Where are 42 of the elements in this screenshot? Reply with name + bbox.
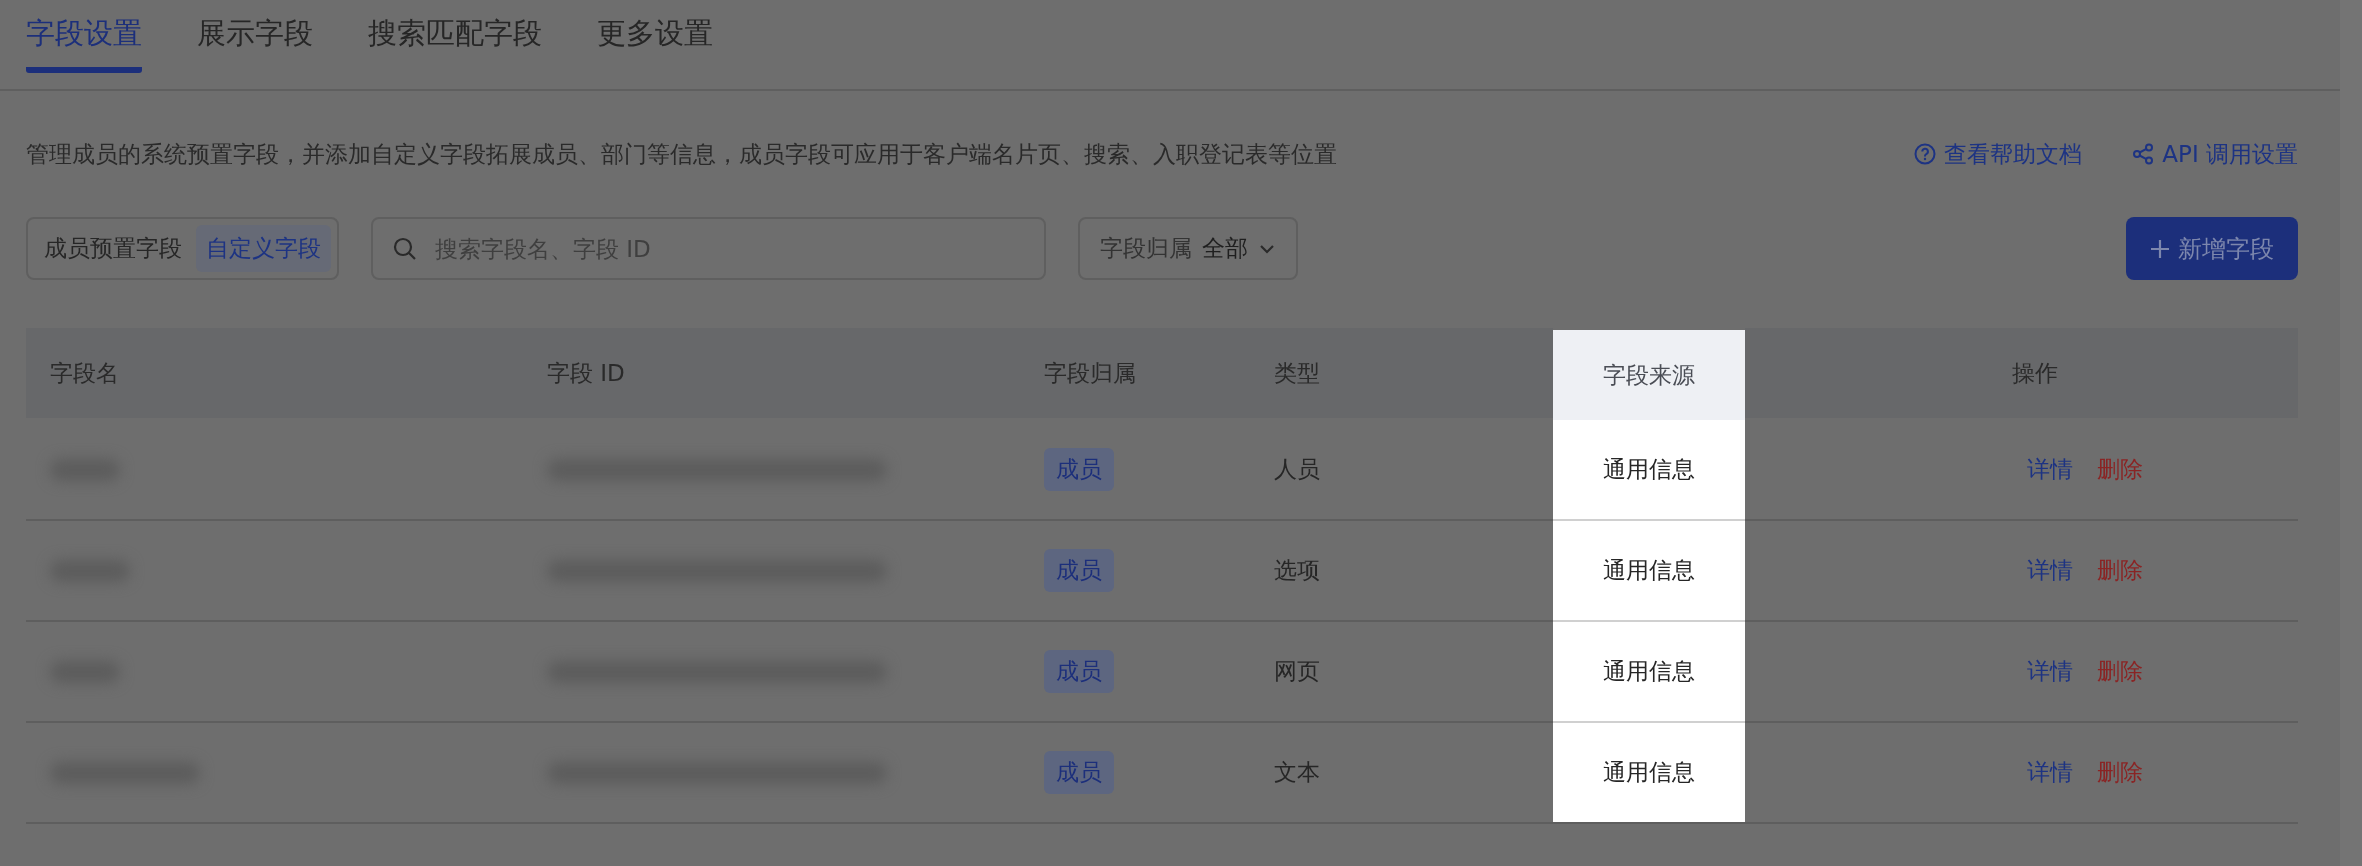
owner-tag: 成员 bbox=[1044, 448, 1114, 491]
table-cell-text: 人员 bbox=[1274, 455, 1320, 484]
segment-tab[interactable]: 自定义字段 bbox=[196, 225, 331, 272]
table-cell-text: 通用信息 bbox=[1603, 455, 1695, 484]
owner-tag: 成员 bbox=[1044, 650, 1114, 693]
table-cell-text: 通用信息 bbox=[1603, 556, 1695, 585]
delete-link[interactable]: 删除 bbox=[2097, 555, 2143, 586]
link[interactable]: API 调用设置 bbox=[2132, 138, 2298, 170]
column-header: 字段 ID bbox=[523, 328, 1020, 418]
tab[interactable]: 更多设置 bbox=[597, 0, 713, 73]
owner-tag: 成员 bbox=[1044, 751, 1114, 794]
share-icon bbox=[2132, 143, 2155, 165]
table-cell-text: 文本 bbox=[1274, 758, 1320, 787]
detail-link[interactable]: 详情 bbox=[2027, 555, 2073, 586]
search-icon bbox=[393, 237, 417, 261]
segment-tab[interactable]: 成员预置字段 bbox=[34, 225, 192, 272]
delete-link[interactable]: 删除 bbox=[2097, 757, 2143, 788]
help-icon bbox=[1914, 143, 1937, 165]
column-header: 字段来源 bbox=[1553, 330, 1745, 420]
tab[interactable]: 展示字段 bbox=[197, 0, 313, 73]
add-field-button[interactable]: 新增字段 bbox=[2126, 217, 2298, 280]
delete-link[interactable]: 删除 bbox=[2097, 454, 2143, 485]
owner-tag: 成员 bbox=[1044, 549, 1114, 592]
owner-filter-dropdown[interactable]: 字段归属 全部 bbox=[1078, 217, 1298, 280]
table-cell-text: 选项 bbox=[1274, 556, 1320, 585]
column-header: 操作 bbox=[1745, 328, 2298, 418]
link[interactable]: 查看帮助文档 bbox=[1914, 138, 2083, 170]
plus-icon bbox=[2150, 238, 2170, 259]
table-cell-text: 通用信息 bbox=[1603, 657, 1695, 686]
description-text: 管理成员的系统预置字段，并添加自定义字段拓展成员、部门等信息，成员字段可应用于客户端名片页、搜索、入职登记表等位置 bbox=[26, 139, 1338, 169]
detail-link[interactable]: 详情 bbox=[2027, 757, 2073, 788]
column-header: 类型 bbox=[1250, 328, 1553, 418]
tab[interactable]: 字段设置 bbox=[26, 0, 142, 73]
table-cell-text: 网页 bbox=[1274, 657, 1320, 686]
column-header: 字段名 bbox=[26, 328, 523, 418]
detail-link[interactable]: 详情 bbox=[2027, 454, 2073, 485]
column-header: 字段归属 bbox=[1020, 328, 1250, 418]
chevron-down-icon bbox=[1258, 242, 1276, 255]
detail-link[interactable]: 详情 bbox=[2027, 656, 2073, 687]
tab[interactable]: 搜索匹配字段 bbox=[368, 0, 542, 73]
delete-link[interactable]: 删除 bbox=[2097, 656, 2143, 687]
table-cell-text: 通用信息 bbox=[1603, 758, 1695, 787]
